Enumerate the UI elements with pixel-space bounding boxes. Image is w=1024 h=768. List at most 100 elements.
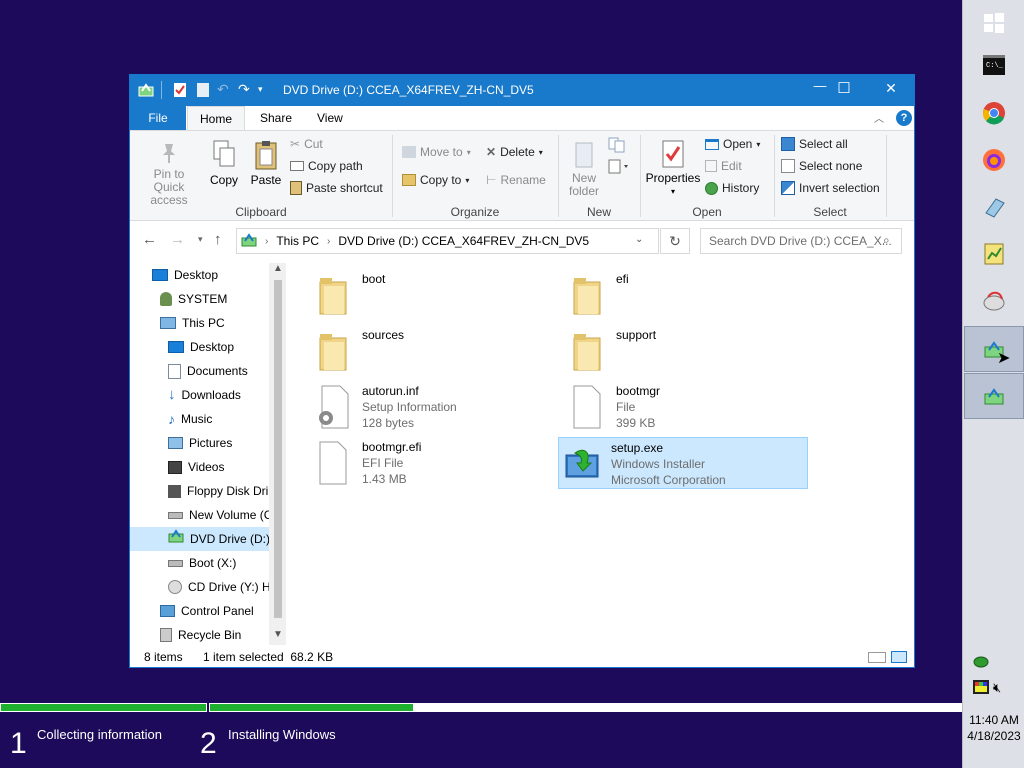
taskbar-setup-active[interactable] bbox=[964, 326, 1024, 372]
refresh-icon[interactable]: ↻ bbox=[660, 228, 690, 254]
nav-item-videos[interactable]: Videos bbox=[168, 455, 224, 479]
file-item-autorun[interactable]: autorun.inf Setup Information 128 bytes bbox=[310, 381, 540, 433]
nav-item-floppy[interactable]: Floppy Disk Dri bbox=[168, 479, 268, 503]
nav-item-desktop[interactable]: Desktop bbox=[168, 335, 234, 359]
taskbar-app-editor[interactable] bbox=[964, 231, 1024, 277]
pin-quick-access-button[interactable]: Pin to Quick access bbox=[136, 141, 202, 207]
large-icons-view-icon[interactable] bbox=[891, 651, 907, 663]
maximize-button[interactable]: ☐ bbox=[824, 79, 864, 97]
select-none-button[interactable]: Select none bbox=[781, 159, 862, 173]
display-tray-icon[interactable] bbox=[973, 680, 989, 697]
address-dropdown-icon[interactable]: ⌄ bbox=[635, 234, 643, 245]
move-to-button[interactable]: Move to ▾ bbox=[402, 145, 471, 159]
address-bar[interactable]: › This PC › DVD Drive (D:) CCEA_X64FREV_… bbox=[236, 228, 659, 254]
file-name: autorun.inf bbox=[362, 384, 419, 398]
new-folder-icon bbox=[575, 142, 593, 168]
pin-icon bbox=[163, 144, 175, 163]
paste-shortcut-button[interactable]: Paste shortcut bbox=[290, 181, 383, 195]
breadcrumb-this-pc[interactable]: This PC bbox=[276, 234, 319, 248]
cut-button[interactable]: ✂ Cut bbox=[290, 137, 323, 151]
redo-icon[interactable]: ↷ bbox=[238, 81, 250, 98]
properties-quick-icon[interactable] bbox=[173, 82, 187, 101]
nav-item-this-pc[interactable]: This PC bbox=[160, 311, 225, 335]
nav-item-new-volume[interactable]: New Volume (C bbox=[168, 503, 272, 527]
clock[interactable]: 11:40 AM 4/18/2023 bbox=[963, 712, 1024, 744]
new-folder-quick-icon[interactable] bbox=[196, 82, 210, 101]
dvd-drive-icon bbox=[168, 527, 184, 551]
tab-view[interactable]: View bbox=[305, 106, 355, 130]
search-box[interactable]: Search DVD Drive (D:) CCEA_X... ⌕ bbox=[700, 228, 902, 254]
up-arrow-icon[interactable]: ↑ bbox=[214, 231, 222, 248]
start-button[interactable] bbox=[964, 0, 1024, 46]
file-item-bootmgr[interactable]: bootmgr File 399 KB bbox=[564, 381, 794, 433]
nav-item-pictures[interactable]: Pictures bbox=[168, 431, 232, 455]
taskbar-chrome[interactable] bbox=[964, 90, 1024, 136]
file-item-support[interactable]: support bbox=[564, 325, 794, 377]
file-item-bootmgr-efi[interactable]: bootmgr.efi EFI File 1.43 MB bbox=[310, 437, 540, 489]
scroll-down-icon[interactable]: ▼ bbox=[273, 629, 283, 640]
volume-muted-icon[interactable]: 🔇︎ bbox=[993, 680, 1001, 696]
easy-access-icon[interactable] bbox=[608, 159, 632, 178]
undo-icon[interactable]: ↶ bbox=[217, 81, 229, 98]
nav-item-system[interactable]: SYSTEM bbox=[160, 287, 227, 311]
scroll-thumb[interactable] bbox=[274, 280, 282, 618]
rename-button[interactable]: ⊢ Rename bbox=[486, 173, 546, 187]
nav-scrollbar[interactable]: ▲ ▼ bbox=[269, 263, 286, 645]
file-type: EFI File bbox=[362, 456, 404, 470]
help-button[interactable]: ? bbox=[896, 110, 912, 126]
nav-item-downloads[interactable]: ↓ Downloads bbox=[168, 383, 241, 407]
tab-file[interactable]: File bbox=[130, 106, 186, 130]
title-bar[interactable]: ↶ ↷ ▾ DVD Drive (D:) CCEA_X64FREV_ZH-CN_… bbox=[130, 75, 914, 106]
copy-path-button[interactable]: Copy path bbox=[290, 159, 363, 173]
file-item-efi[interactable]: efi bbox=[564, 269, 794, 321]
nav-item-desktop-root[interactable]: Desktop bbox=[152, 263, 218, 287]
file-item-boot[interactable]: boot bbox=[310, 269, 540, 321]
file-icon bbox=[564, 381, 610, 433]
properties-button[interactable]: Properties ▾ bbox=[644, 139, 702, 198]
taskbar-app-disk[interactable] bbox=[964, 278, 1024, 324]
taskbar-app-notes[interactable] bbox=[964, 184, 1024, 230]
recent-locations-icon[interactable]: ▾ bbox=[198, 234, 203, 245]
nav-item-music[interactable]: ♪ Music bbox=[168, 407, 212, 431]
details-view-icon[interactable] bbox=[868, 652, 886, 663]
folder-icon bbox=[310, 325, 356, 377]
file-type: Windows Installer bbox=[611, 457, 706, 471]
file-item-sources[interactable]: sources bbox=[310, 325, 540, 377]
taskbar-cmd[interactable]: C:\_ bbox=[964, 42, 1024, 88]
breadcrumb-dvd-drive[interactable]: DVD Drive (D:) CCEA_X64FREV_ZH-CN_DV5 bbox=[338, 234, 589, 248]
file-item-setup-exe[interactable]: setup.exe Windows Installer Microsoft Co… bbox=[558, 437, 808, 489]
taskbar-firefox[interactable] bbox=[964, 137, 1024, 183]
forward-arrow-icon[interactable]: → bbox=[170, 231, 185, 248]
nav-item-boot[interactable]: Boot (X:) bbox=[168, 551, 236, 575]
paste-shortcut-icon bbox=[290, 181, 302, 195]
edit-button[interactable]: Edit bbox=[705, 159, 742, 173]
chrome-icon bbox=[983, 102, 1005, 125]
taskbar-explorer[interactable] bbox=[964, 373, 1024, 419]
close-button[interactable]: ✕ bbox=[871, 80, 911, 97]
copy-button[interactable]: Copy bbox=[206, 139, 242, 187]
new-item-icon[interactable] bbox=[608, 137, 628, 156]
nav-item-dvd-drive[interactable]: DVD Drive (D:) bbox=[130, 527, 270, 551]
nav-item-cd-drive[interactable]: CD Drive (Y:) H bbox=[168, 575, 271, 599]
copy-to-button[interactable]: Copy to ▾ bbox=[402, 173, 469, 187]
paste-button[interactable]: Paste bbox=[248, 139, 284, 187]
breadcrumb-separator-icon: › bbox=[265, 235, 269, 247]
pictures-icon bbox=[168, 437, 183, 449]
nav-item-documents[interactable]: Documents bbox=[168, 359, 248, 383]
back-arrow-icon[interactable]: ← bbox=[142, 231, 157, 248]
tab-share[interactable]: Share bbox=[248, 106, 304, 130]
delete-button[interactable]: ✕ Delete ▾ bbox=[486, 145, 543, 159]
tab-home[interactable]: Home bbox=[187, 106, 246, 131]
command-prompt-icon: C:\_ bbox=[983, 55, 1005, 75]
invert-selection-button[interactable]: Invert selection bbox=[781, 181, 880, 195]
customize-qat-icon[interactable]: ▾ bbox=[258, 84, 263, 95]
network-tray-icon[interactable] bbox=[973, 656, 989, 671]
select-all-button[interactable]: Select all bbox=[781, 137, 848, 151]
open-button[interactable]: Open ▾ bbox=[705, 137, 760, 151]
nav-item-recycle-bin[interactable]: Recycle Bin bbox=[160, 623, 241, 645]
nav-item-control-panel[interactable]: Control Panel bbox=[160, 599, 254, 623]
history-button[interactable]: History bbox=[705, 181, 759, 195]
scroll-up-icon[interactable]: ▲ bbox=[273, 263, 283, 274]
collapse-ribbon-icon[interactable]: ︿ bbox=[874, 110, 884, 125]
new-folder-button[interactable]: New folder bbox=[562, 139, 606, 198]
